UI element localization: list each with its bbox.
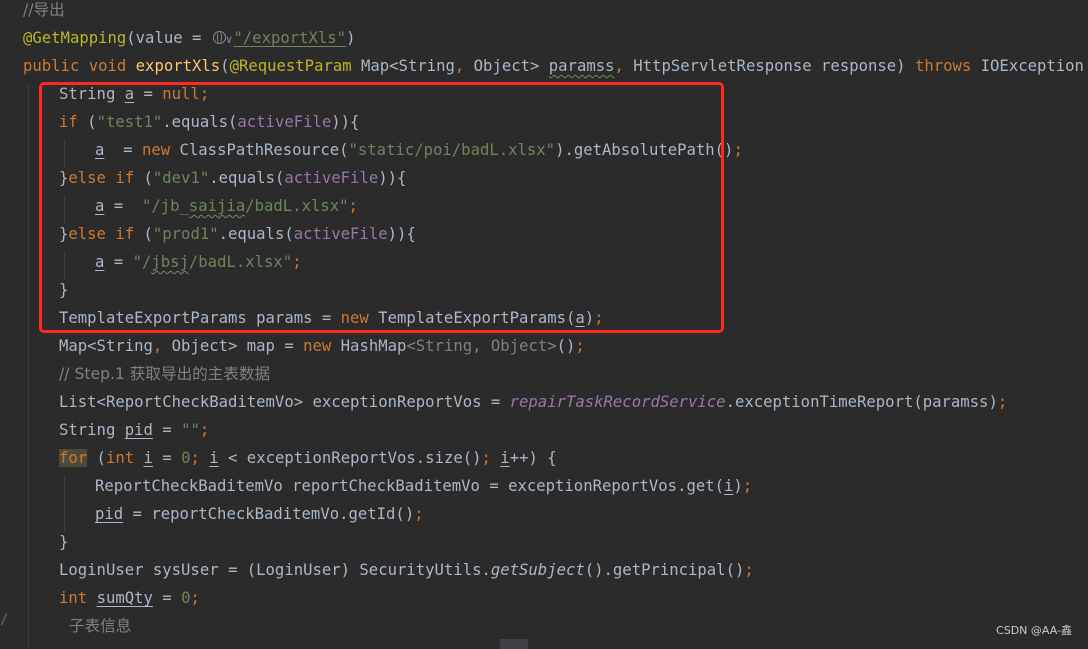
code-token: ; xyxy=(744,561,754,579)
code-token: Map<String xyxy=(361,57,455,75)
code-token: 子表信息 xyxy=(59,617,132,635)
code-token: throws xyxy=(914,57,981,75)
code-token: ; xyxy=(733,141,743,159)
code-token: Map<String xyxy=(59,337,153,355)
code-line[interactable]: } xyxy=(59,528,68,556)
code-token: exportXls xyxy=(135,57,221,75)
code-token: LoginUser sysUser = (LoginUser) Security… xyxy=(59,561,491,579)
code-token: ) xyxy=(346,29,356,47)
code-token: ; xyxy=(742,477,753,495)
code-line[interactable]: ReportCheckBaditemVo reportCheckBaditemV… xyxy=(95,472,752,500)
code-token: } xyxy=(59,533,69,551)
highlight-box xyxy=(39,82,724,333)
code-token: , xyxy=(152,337,172,355)
code-token: ; xyxy=(481,449,501,467)
code-token: i xyxy=(143,449,153,467)
code-token: (value = xyxy=(126,29,211,47)
code-token: List<ReportCheckBaditemVo> exceptionRepo… xyxy=(59,393,510,411)
code-line[interactable]: List<ReportCheckBaditemVo> exceptionRepo… xyxy=(59,388,1007,416)
code-token: int xyxy=(105,449,144,467)
code-editor[interactable]: //导出 @GetMapping(value = ∨"/exportXls") pu… xyxy=(0,0,1088,649)
code-token: // Step.1 获取导出的主表数据 xyxy=(59,365,271,383)
code-token: .exceptionTimeReport(paramss) xyxy=(725,393,998,411)
code-line[interactable]: String pid = ""; xyxy=(59,416,209,444)
chevron-down-icon[interactable]: ∨ xyxy=(226,33,233,46)
code-token: new xyxy=(303,337,341,355)
code-token: repairTaskRecordService xyxy=(509,393,726,411)
code-token: "" xyxy=(181,421,200,439)
code-token: = xyxy=(152,589,182,607)
code-token: //导出 xyxy=(23,1,65,19)
code-token: HttpServletResponse response) xyxy=(633,57,915,75)
code-token: , xyxy=(614,57,634,75)
code-token: getSubject xyxy=(490,561,585,579)
code-token: , xyxy=(454,57,474,75)
code-line[interactable]: 子表信息 xyxy=(59,612,131,640)
code-token: Object> xyxy=(473,57,549,75)
indent-guide xyxy=(64,476,65,532)
code-token: Object> map = xyxy=(171,337,304,355)
code-line[interactable]: //导出 xyxy=(23,0,65,24)
code-token: = reportCheckBaditemVo.getId() xyxy=(123,505,415,523)
code-token: sumQty xyxy=(96,589,153,607)
code-token: HashMap xyxy=(340,337,407,355)
code-token: i xyxy=(724,477,734,495)
code-token: = xyxy=(152,449,182,467)
watermark: CSDN @AA-鑫 xyxy=(996,624,1072,637)
code-token: ) xyxy=(733,477,743,495)
code-token: ().getPrincipal() xyxy=(584,561,745,579)
code-line[interactable]: public void exportXls(@RequestParam Map<… xyxy=(23,52,1088,80)
code-token: int xyxy=(59,589,97,607)
code-token: "/exportXls" xyxy=(233,29,347,47)
code-token: ( xyxy=(87,449,106,467)
indent-guide xyxy=(28,84,29,648)
code-token: @RequestParam xyxy=(229,57,361,75)
code-line[interactable]: pid = reportCheckBaditemVo.getId(); xyxy=(95,500,424,528)
code-line[interactable]: Map<String, Object> map = new HashMap<St… xyxy=(59,332,585,360)
code-token: pid xyxy=(95,505,124,523)
code-token: < exceptionReportVos.size() xyxy=(218,449,482,467)
code-token: @GetMapping xyxy=(23,29,127,47)
code-token: ; xyxy=(997,393,1008,411)
code-line[interactable]: LoginUser sysUser = (LoginUser) Security… xyxy=(59,556,754,584)
code-token: String xyxy=(59,421,125,439)
code-line[interactable]: int sumQty = 0; xyxy=(59,584,200,612)
code-token: ; xyxy=(414,505,424,523)
code-token: pid xyxy=(124,421,153,439)
code-token: ; xyxy=(575,337,585,355)
code-token: public void xyxy=(23,57,136,75)
code-token: i xyxy=(500,449,510,467)
code-token: ; xyxy=(190,589,200,607)
code-token: () xyxy=(556,337,576,355)
gutter-mark: / xyxy=(0,612,9,628)
code-token: IOException { xyxy=(980,57,1084,75)
code-token: ; xyxy=(199,421,210,439)
code-line[interactable]: for (int i = 0; i < exceptionReportVos.s… xyxy=(59,444,557,472)
code-line[interactable]: @GetMapping(value = ∨"/exportXls") xyxy=(23,24,355,52)
code-token: i xyxy=(209,449,219,467)
code-token: ( xyxy=(220,57,230,75)
globe-icon[interactable] xyxy=(212,31,226,44)
code-token: paramss xyxy=(548,57,615,75)
code-token: for xyxy=(59,449,88,467)
code-token: <String, Object> xyxy=(406,337,557,355)
code-token: ReportCheckBaditemVo reportCheckBaditemV… xyxy=(95,477,725,495)
code-token: = xyxy=(152,421,182,439)
code-token: ; xyxy=(190,449,210,467)
code-token: ++) { xyxy=(509,449,557,467)
code-line[interactable]: // Step.1 获取导出的主表数据 xyxy=(59,360,270,388)
